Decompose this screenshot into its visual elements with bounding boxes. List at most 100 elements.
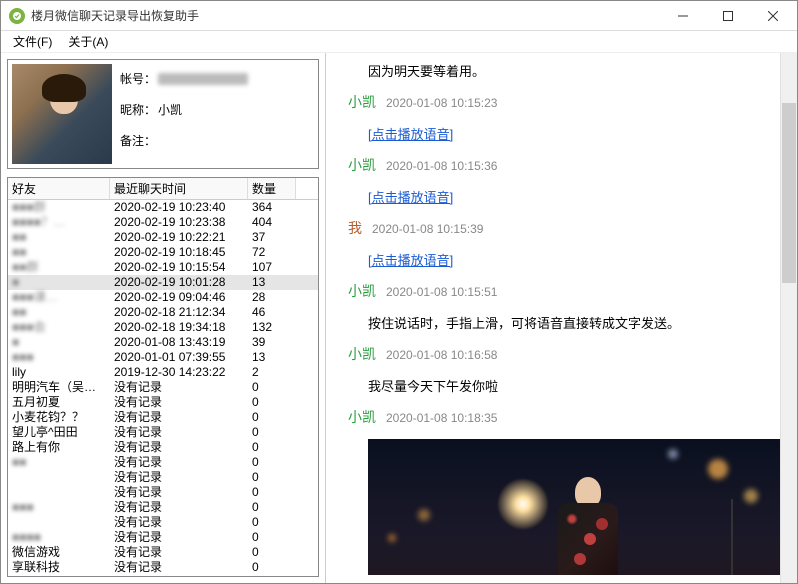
cell-count: 13 (248, 350, 296, 365)
cell-time: 2019-12-30 14:23:22 (110, 365, 248, 380)
cell-count: 28 (248, 290, 296, 305)
table-row[interactable]: ■■■群2020-02-19 10:23:40364 (8, 200, 318, 215)
cell-time: 2020-02-19 10:18:45 (110, 245, 248, 260)
table-row[interactable]: 享联科技没有记录0 (8, 560, 318, 575)
cell-time: 没有记录 (110, 485, 248, 500)
cell-time: 没有记录 (110, 425, 248, 440)
play-voice-link[interactable]: [点击播放语音] (368, 253, 453, 268)
message-header: 小凯2020-01-08 10:15:51 (348, 281, 781, 301)
scrollbar-thumb[interactable] (782, 103, 796, 283)
table-row[interactable]: ■■■课…2020-02-19 09:04:4628 (8, 290, 318, 305)
cell-time: 没有记录 (110, 515, 248, 530)
chat-scrollbar[interactable] (780, 53, 797, 583)
app-icon (9, 8, 25, 24)
cell-time: 2020-02-19 10:23:38 (110, 215, 248, 230)
chat-image[interactable] (368, 439, 781, 575)
cell-count: 107 (248, 260, 296, 275)
col-header-count[interactable]: 数量 (248, 178, 296, 199)
table-row[interactable]: ■2020-02-19 10:01:2813 (8, 275, 318, 290)
col-header-friend[interactable]: 好友 (8, 178, 110, 199)
cell-time: 2020-01-08 13:43:19 (110, 335, 248, 350)
table-row[interactable]: 没有记录0 (8, 515, 318, 530)
titlebar: 楼月微信聊天记录导出恢复助手 (1, 1, 797, 31)
cell-count: 0 (248, 440, 296, 455)
message-voice: [点击播放语音] (348, 250, 781, 269)
cell-count: 0 (248, 380, 296, 395)
table-row[interactable]: 没有记录0 (8, 485, 318, 500)
table-row[interactable]: ■■■■没有记录0 (8, 530, 318, 545)
cell-friend: ■■■ (8, 500, 110, 515)
play-voice-link[interactable]: [点击播放语音] (368, 127, 453, 142)
table-row[interactable]: ■■■会2020-02-18 19:34:18132 (8, 320, 318, 335)
message-voice: [点击播放语音] (348, 124, 781, 143)
table-row[interactable]: 五月初夏没有记录0 (8, 395, 318, 410)
cell-count: 0 (248, 395, 296, 410)
cell-time: 没有记录 (110, 470, 248, 485)
sender-name: 小凯 (348, 155, 376, 175)
cell-count: 0 (248, 500, 296, 515)
cell-friend: 五月初夏 (8, 395, 110, 410)
col-header-time[interactable]: 最近聊天时间 (110, 178, 248, 199)
cell-friend: 明明汽车（吴… (8, 380, 110, 395)
play-voice-link[interactable]: [点击播放语音] (368, 190, 453, 205)
table-row[interactable]: 小麦花钧？？没有记录0 (8, 410, 318, 425)
table-row[interactable]: ■■■没有记录0 (8, 500, 318, 515)
menu-file[interactable]: 文件(F) (5, 31, 60, 52)
cell-time: 2020-02-19 10:01:28 (110, 275, 248, 290)
account-label: 帐号： (120, 70, 156, 87)
cell-time: 2020-02-19 10:23:40 (110, 200, 248, 215)
cell-friend: ■ (8, 275, 110, 290)
cell-time: 2020-02-18 21:12:34 (110, 305, 248, 320)
maximize-button[interactable] (705, 2, 750, 30)
grid-body[interactable]: ■■■群2020-02-19 10:23:40364■■■■？…2020-02-… (8, 200, 318, 576)
table-row[interactable]: 明明汽车（吴…没有记录0 (8, 380, 318, 395)
sender-name: 小凯 (348, 344, 376, 364)
message-text: 因为明天要等着用。 (348, 61, 781, 80)
timestamp: 2020-01-08 10:15:36 (386, 159, 497, 173)
close-button[interactable] (750, 2, 795, 30)
timestamp: 2020-01-08 10:15:23 (386, 96, 497, 110)
sender-name: 小凯 (348, 281, 376, 301)
table-row[interactable]: ■■没有记录0 (8, 455, 318, 470)
profile-nickname-row: 昵称： 小凯 (120, 101, 248, 118)
cell-friend: ■■■群 (8, 200, 110, 215)
table-row[interactable]: 微信游戏没有记录0 (8, 545, 318, 560)
sender-name: 小凯 (348, 92, 376, 112)
menu-about[interactable]: 关于(A) (60, 31, 116, 52)
cell-count: 46 (248, 305, 296, 320)
cell-friend: ■■■■ (8, 530, 110, 545)
cell-friend: ■■ (8, 245, 110, 260)
table-row[interactable]: 望儿亭^田田没有记录0 (8, 425, 318, 440)
table-row[interactable]: 没有记录0 (8, 470, 318, 485)
table-row[interactable]: lily2019-12-30 14:23:222 (8, 365, 318, 380)
table-row[interactable]: ■■■2020-01-01 07:39:5513 (8, 350, 318, 365)
message-text: 我尽量今天下午发你啦 (348, 376, 781, 395)
message-image-wrap (348, 439, 781, 575)
cell-count: 37 (248, 230, 296, 245)
friends-grid: 好友 最近聊天时间 数量 ■■■群2020-02-19 10:23:40364■… (7, 177, 319, 577)
profile-box: 帐号： 昵称： 小凯 备注： (7, 59, 319, 169)
minimize-button[interactable] (660, 2, 705, 30)
timestamp: 2020-01-08 10:16:58 (386, 348, 497, 362)
cell-friend: ■ (8, 335, 110, 350)
cell-count: 364 (248, 200, 296, 215)
cell-friend: ■■■会 (8, 320, 110, 335)
cell-count: 0 (248, 560, 296, 575)
table-row[interactable]: ■■2020-02-19 10:22:2137 (8, 230, 318, 245)
cell-friend: ■■■ (8, 350, 110, 365)
table-row[interactable]: ■■2020-02-18 21:12:3446 (8, 305, 318, 320)
cell-time: 2020-02-18 19:34:18 (110, 320, 248, 335)
cell-time: 没有记录 (110, 545, 248, 560)
cell-friend: ■■■■？… (8, 215, 110, 230)
cell-friend (8, 515, 110, 530)
message-header: 小凯 2020-01-08 10:16:58 (348, 344, 781, 364)
table-row[interactable]: ■2020-01-08 13:43:1939 (8, 335, 318, 350)
table-row[interactable]: ■■2020-02-19 10:18:4572 (8, 245, 318, 260)
cell-count: 0 (248, 515, 296, 530)
cell-count: 0 (248, 455, 296, 470)
table-row[interactable]: ■■群2020-02-19 10:15:54107 (8, 260, 318, 275)
cell-friend: ■■群 (8, 260, 110, 275)
table-row[interactable]: ■■■■？…2020-02-19 10:23:38404 (8, 215, 318, 230)
cell-friend: ■■ (8, 230, 110, 245)
table-row[interactable]: 路上有你没有记录0 (8, 440, 318, 455)
